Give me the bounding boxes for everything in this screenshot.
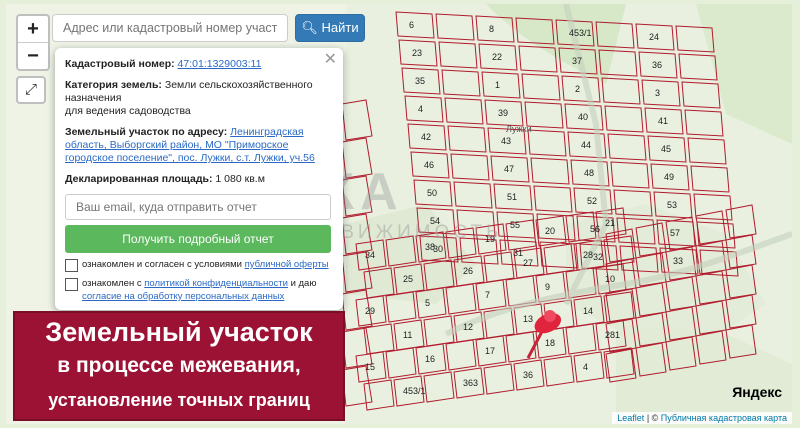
parcel-number-label: 281 [605,330,620,340]
parcel-number-label: 21 [605,218,615,228]
parcel-number-label: 57 [670,228,680,238]
zoom-control: + − [16,14,50,71]
banner-line-2: в процессе межевания, [57,354,301,377]
search-button-label: Найти [321,20,359,35]
parcel-number-label: 7 [485,290,490,300]
promo-banner: Земельный участок в процессе межевания, … [13,311,345,421]
land-category-row: Категория земель: Земли сельскохозяйстве… [65,79,313,117]
privacy-checkbox[interactable] [65,278,78,291]
parcel-number-label: 36 [523,370,533,380]
expand-icon: ⤢ [24,81,37,98]
parcel-number-label: 50 [427,188,437,198]
parcel-number-label: 14 [583,306,593,316]
parcel-number-label: 16 [425,354,435,364]
parcel-number-label: 49 [664,172,674,182]
parcel-number-label: 51 [507,192,517,202]
map-frame: 6 8 453/1 24 23 22 37 36 35 1 2 3 4 39 40 41 42 43 44 45 46 4… [6,4,792,424]
parcel-number-label: 5 [425,298,430,308]
map-attribution: Leaflet | © Публичная кадастровая карта [612,412,792,424]
parcel-number-label: 36 [652,60,662,70]
parcel-number-label: 15 [365,362,375,372]
area-row: Декларированная площадь: 1 080 кв.м [65,173,265,185]
parcel-number-label: 28 [583,250,593,260]
banner-line-3: установление точных границ [48,390,310,410]
cadastral-number-row: Кадастровый номер: 47:01:1329003:11 [65,58,262,70]
parcel-number-label: 18 [545,338,555,348]
search-input[interactable] [52,14,288,42]
zoom-in-button[interactable]: + [18,16,48,42]
parcel-number-label: 48 [584,168,594,178]
get-report-button[interactable]: Получить подробный отчет [65,225,331,253]
search-button[interactable]: 🔍︎ Найти [295,14,365,42]
parcel-number-label: 11 [403,330,412,340]
parcel-number-label: 17 [485,346,495,356]
parcel-number-label: 33 [673,256,683,266]
parcel-number-label: 8 [489,24,494,34]
parcel-number-label: 6 [409,20,414,30]
parcel-number-label: 43 [501,136,511,146]
banner-line-1: Земельный участок [45,317,313,347]
terms-checkbox[interactable] [65,259,78,272]
parcel-number-label: 24 [649,32,659,42]
parcel-number-label: 37 [572,56,582,66]
parcel-number-label: 20 [545,226,555,236]
parcel-number-label: 453/1 [403,386,426,396]
parcel-number-label: 52 [587,196,597,206]
source-link[interactable]: Публичная кадастровая карта [661,413,787,423]
parcel-number-label: 22 [492,52,502,62]
parcel-number-label: 55 [510,220,520,230]
parcel-number-label: 25 [403,274,413,284]
parcel-number-label: 29 [365,306,375,316]
parcel-popup: ✕ Кадастровый номер: 47:01:1329003:11 Ка… [55,48,343,310]
parcel-number-label: 46 [424,160,434,170]
terms-checkbox-row: ознакомлен и согласен с условиями публич… [65,258,331,272]
parcel-number-label: 39 [498,108,508,118]
parcel-number-label: 40 [578,112,588,122]
parcel-number-label: 12 [463,322,473,332]
parcel-number-label: 4 [418,104,423,114]
parcel-number-label: 34 [365,250,375,260]
address-row: Земельный участок по адресу: Ленинградск… [65,126,315,164]
privacy-checkbox-row: ознакомлен с политикой конфиденциальност… [65,277,331,303]
privacy-link[interactable]: политикой конфиденциальности [144,278,288,289]
fullscreen-button[interactable]: ⤢ [16,76,46,104]
parcel-number-label: 3 [655,88,660,98]
parcel-number-label: 23 [412,48,422,58]
parcel-number-label: 27 [523,258,533,268]
consent-link[interactable]: согласие на обработку персональных данны… [82,291,284,302]
parcel-number-label: 4 [583,362,588,372]
parcel-number-label: 42 [421,132,431,142]
close-icon[interactable]: ✕ [324,52,337,68]
parcel-number-label: 45 [661,144,671,154]
parcel-number-label: 47 [504,164,514,174]
parcel-number-label: 2 [575,84,580,94]
parcel-number-label: 44 [581,140,591,150]
yandex-logo: Яндекс [732,384,782,400]
parcel-number-label: 26 [463,266,473,276]
parcel-number-label: 41 [658,116,668,126]
parcel-number-label: 56 [590,224,600,234]
parcel-number-label: 53 [667,200,677,210]
road-label: Лужки [506,124,532,134]
parcel-number-label: 31 [513,248,523,258]
email-input[interactable] [65,194,331,220]
parcel-number-label: 1 [495,80,500,90]
parcel-number-label: 9 [545,282,550,292]
search-icon: 🔍︎ [301,20,318,35]
parcel-number-label: 10 [605,274,615,284]
cadastral-number-link[interactable]: 47:01:1329003:11 [178,58,262,70]
parcel-number-label: 13 [523,314,533,324]
parcel-number-label: 32 [593,252,603,262]
parcel-number-label: 35 [415,76,425,86]
parcel-number-label: 453/1 [569,28,592,38]
parcel-number-label: 363 [463,378,478,388]
zoom-out-button[interactable]: − [18,42,48,69]
offer-link[interactable]: публичной оферты [245,259,329,270]
leaflet-link[interactable]: Leaflet [617,413,644,423]
